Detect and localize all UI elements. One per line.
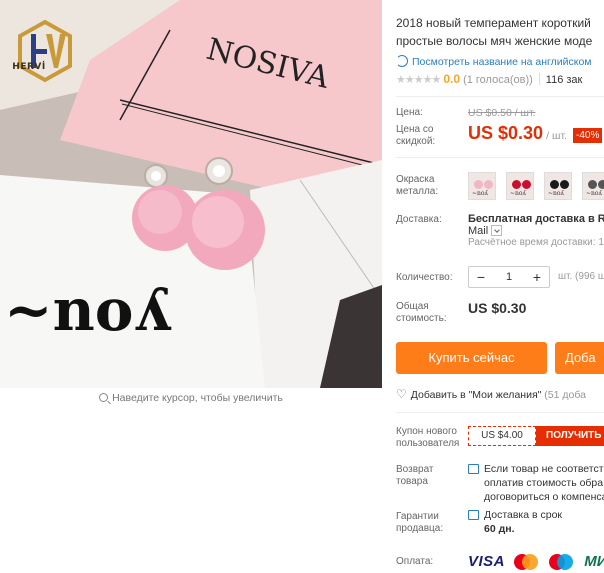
divider [396, 96, 604, 97]
sale-price: US $0.30 [468, 123, 544, 143]
wishlist-text: Добавить в "Мои желания" [410, 389, 542, 401]
divider [396, 157, 604, 158]
rating-votes[interactable]: (1 голоса(ов)) [463, 74, 533, 86]
guarantee-label: Гарантии продавца: [396, 511, 444, 534]
product-title-line2: простые волосы мяч женские моде [396, 34, 593, 48]
payment-row: Оплата: VISA МИ [396, 553, 604, 573]
heart-icon: ♡ [396, 387, 407, 401]
price-unit: / шт. [546, 130, 567, 142]
magnifier-icon [99, 393, 109, 402]
get-coupon-button[interactable]: ПОЛУЧИТЬ [536, 426, 604, 446]
coupon-label: Купон нового пользователя [396, 426, 460, 449]
quantity-label: Количество: [396, 272, 453, 283]
original-price: US $0.50 / шт. [468, 107, 536, 119]
total-price: US $0.30 [468, 300, 527, 316]
payment-methods: VISA МИ [468, 553, 604, 570]
shipping-row: Доставка: Бесплатная доставка в Rus Mail… [396, 213, 604, 261]
color-swatch-grey[interactable]: ~noʎ [582, 172, 604, 200]
price-row: Цена: US $0.50 / шт. [396, 106, 604, 120]
brand-logo [18, 20, 72, 83]
product-title-line1: 2018 новый темперамент короткий [396, 16, 591, 30]
product-info: 2018 новый темперамент короткий простые … [396, 0, 604, 573]
translate-icon [396, 55, 408, 67]
discount-badge: -40% [573, 128, 603, 143]
zoom-hint: Наведите курсор, чтобы увеличить [0, 392, 382, 404]
color-label: Окраска металла: [396, 174, 439, 197]
add-to-wishlist-link[interactable]: ♡ Добавить в "Мои желания" (51 доба [396, 387, 586, 401]
price-label: Цена: [396, 107, 423, 118]
wishlist-count: (51 доба [544, 389, 586, 401]
coupon-value: US $4.00 [468, 426, 536, 446]
returns-row: Возврат товара Если товар не соответстве… [396, 462, 604, 504]
guarantee-row: Гарантии продавца: Доставка в срок 60 дн… [396, 508, 604, 538]
rating-stars-icon: ★★★★★ [396, 74, 441, 86]
add-to-cart-button[interactable]: Доба [555, 342, 604, 374]
guarantee-line1: Доставка в срок [484, 509, 563, 521]
shipping-method: Бесплатная доставка в Rus [468, 213, 604, 225]
mir-icon: МИ [584, 553, 604, 570]
mastercard-icon [514, 553, 539, 570]
shipping-time: Расчётное время доставки: 1 [468, 237, 604, 248]
product-title: 2018 новый темперамент короткий простые … [396, 14, 604, 50]
returns-text: Если товар не соответстве оплатив стоимо… [484, 463, 604, 503]
color-swatch-black[interactable]: ~noʎ [544, 172, 572, 200]
shipping-label: Доставка: [396, 214, 442, 225]
divider [396, 412, 604, 413]
maestro-icon [549, 553, 574, 570]
visa-icon: VISA [468, 553, 506, 570]
buy-now-button[interactable]: Купить сейчас [396, 342, 547, 374]
orders-count: 116 зак [545, 74, 583, 86]
brand-logo-text: HERVİ [12, 62, 46, 72]
color-swatch-red[interactable]: ~noʎ [506, 172, 534, 200]
quantity-increase-button[interactable]: + [525, 267, 549, 287]
color-swatch-pink[interactable]: ~noʎ [468, 172, 496, 200]
zoom-hint-text: Наведите курсор, чтобы увеличить [112, 392, 283, 404]
returns-label: Возврат товара [396, 464, 434, 487]
total-label: Общая стоимость: [396, 301, 447, 324]
english-title-link[interactable]: Посмотреть название на английском [396, 55, 592, 68]
color-row: Окраска металла: ~noʎ ~noʎ ~noʎ ~noʎ [396, 172, 604, 202]
sale-price-label: Цена со скидкой: [396, 124, 436, 147]
rating-divider [538, 73, 540, 85]
quantity-input[interactable]: 1 [493, 271, 525, 283]
coupon-row: Купон нового пользователя US $4.00 ПОЛУЧ… [396, 426, 604, 450]
product-gallery: NOSIVA ~noʎ HERVİ Наведите курсор, чтобы… [0, 0, 382, 410]
product-image[interactable]: NOSIVA ~noʎ HERVİ [0, 0, 382, 388]
return-policy-icon [468, 464, 479, 474]
payment-label: Оплата: [396, 556, 434, 567]
shipping-service-select[interactable]: Mail [468, 225, 604, 237]
chevron-down-icon [491, 225, 503, 236]
guarantee-text: Доставка в срок 60 дн. [484, 508, 562, 536]
english-title-link-text: Посмотреть название на английском [412, 56, 592, 68]
rating-row: ★★★★★ 0.0 (1 голоса(ов)) 116 зак [396, 72, 582, 86]
guarantee-days: 60 дн. [484, 523, 515, 535]
stock-available: шт. (996 ш [558, 271, 604, 282]
delivery-truck-icon [468, 510, 479, 520]
sale-price-row: Цена со скидкой: US $0.30 / шт. -40% [396, 123, 604, 149]
rating-score: 0.0 [443, 72, 460, 86]
quantity-stepper: − 1 + [468, 266, 550, 288]
total-row: Общая стоимость: US $0.30 [396, 300, 604, 326]
quantity-decrease-button[interactable]: − [469, 267, 493, 287]
quantity-row: Количество: − 1 + шт. (996 ш [396, 266, 604, 290]
photo-text-card: ~noʎ [4, 276, 171, 344]
shipping-service: Mail [468, 225, 489, 237]
